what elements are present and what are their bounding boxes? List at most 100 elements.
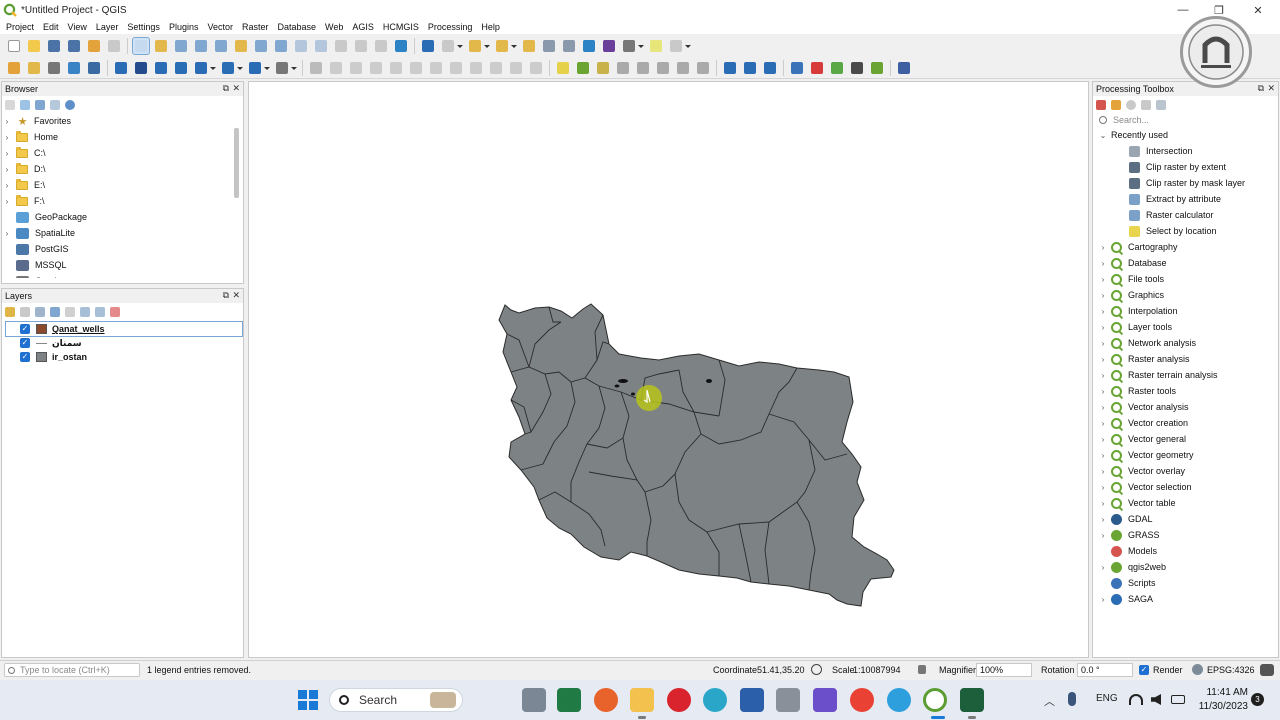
- add-group-icon[interactable]: [20, 306, 30, 317]
- toolbox-group[interactable]: › Vector geometry: [1093, 447, 1278, 463]
- crs-value[interactable]: EPSG:4326: [1207, 665, 1255, 675]
- toggle-editing-icon[interactable]: [308, 60, 324, 76]
- expand-arrow-icon[interactable]: ›: [1098, 482, 1108, 492]
- toolbox-group[interactable]: › Network analysis: [1093, 335, 1278, 351]
- toolbox-recent-item[interactable]: Select by location: [1093, 223, 1278, 239]
- measure-icon[interactable]: [621, 38, 637, 54]
- add-wcs-layer-icon[interactable]: [220, 60, 236, 76]
- font-plugin-icon[interactable]: [849, 60, 865, 76]
- options-icon[interactable]: [1156, 99, 1166, 110]
- zoom-in-icon[interactable]: [173, 38, 189, 54]
- label-tool-icon[interactable]: [555, 60, 571, 76]
- browser-item[interactable]: › F:\: [2, 193, 243, 209]
- dropdown-arrow-icon[interactable]: [291, 60, 297, 76]
- float-panel-icon[interactable]: ⧉: [223, 290, 229, 301]
- pin-labels-icon[interactable]: [575, 60, 591, 76]
- pdf-export-icon[interactable]: [809, 60, 825, 76]
- toolbox-group[interactable]: › Vector analysis: [1093, 399, 1278, 415]
- dropdown-arrow-icon[interactable]: [685, 38, 691, 54]
- expand-arrow-icon[interactable]: ›: [2, 228, 12, 238]
- language-indicator[interactable]: ENG: [1096, 693, 1118, 704]
- python-console-icon[interactable]: [789, 60, 805, 76]
- expand-arrow-icon[interactable]: [2, 260, 12, 270]
- menu-item-web[interactable]: Web: [325, 22, 343, 32]
- zoom-out-icon[interactable]: [193, 38, 209, 54]
- select-features-icon[interactable]: [467, 38, 483, 54]
- lock-scale-icon[interactable]: [918, 665, 926, 674]
- layer-visibility-checkbox[interactable]: ✓: [20, 324, 30, 334]
- firefox-icon[interactable]: [594, 688, 618, 712]
- add-vector-layer-icon[interactable]: [6, 60, 22, 76]
- web-map-icon[interactable]: [722, 60, 738, 76]
- browser-item[interactable]: › D:\: [2, 161, 243, 177]
- expand-arrow-icon[interactable]: ›: [1098, 258, 1108, 268]
- menu-item-view[interactable]: View: [68, 22, 87, 32]
- float-panel-icon[interactable]: ⧉: [223, 83, 229, 94]
- statistics-icon[interactable]: [601, 38, 617, 54]
- collapse-all-icon[interactable]: [50, 99, 60, 110]
- clock-time[interactable]: 11:41 AM: [1198, 687, 1248, 698]
- close-panel-icon[interactable]: ✕: [232, 290, 240, 301]
- open-layer-styling-icon[interactable]: [5, 306, 15, 317]
- move-label-icon[interactable]: [615, 60, 631, 76]
- paste-features-icon[interactable]: [488, 60, 504, 76]
- add-wms-layer-icon[interactable]: [113, 60, 129, 76]
- expand-arrow-icon[interactable]: ›: [1098, 418, 1108, 428]
- dropdown-arrow-icon[interactable]: [484, 38, 490, 54]
- add-oracle-layer-icon[interactable]: [247, 60, 263, 76]
- render-checkbox[interactable]: ✓: [1139, 665, 1149, 675]
- camtasia-icon[interactable]: [960, 688, 984, 712]
- menu-item-edit[interactable]: Edit: [43, 22, 59, 32]
- add-spatialite-icon[interactable]: [66, 60, 82, 76]
- add-mesh-layer-icon[interactable]: [173, 60, 189, 76]
- edge-icon[interactable]: [703, 688, 727, 712]
- float-panel-icon[interactable]: ⧉: [1258, 83, 1264, 94]
- tray-chevron-icon[interactable]: ︿: [1044, 693, 1055, 709]
- refresh-icon[interactable]: [393, 38, 409, 54]
- collapse-arrow-icon[interactable]: ⌄: [1098, 130, 1108, 140]
- toggle-extents-icon[interactable]: [811, 664, 822, 675]
- processing-toolbox-icon[interactable]: [581, 38, 597, 54]
- print-layout-icon[interactable]: [86, 38, 102, 54]
- browser-item[interactable]: Oracle: [2, 273, 243, 278]
- new-project-icon[interactable]: [6, 38, 22, 54]
- toolbox-group[interactable]: › Vector general: [1093, 431, 1278, 447]
- close-button[interactable]: ✕: [1238, 0, 1278, 20]
- deselect-icon[interactable]: [494, 38, 510, 54]
- expand-arrow-icon[interactable]: [2, 212, 12, 222]
- expand-arrow-icon[interactable]: ›: [2, 180, 12, 190]
- menu-item-processing[interactable]: Processing: [428, 22, 473, 32]
- globe-plugin-icon[interactable]: [869, 60, 885, 76]
- zoom-next-icon[interactable]: [313, 38, 329, 54]
- qgis2web-icon[interactable]: [762, 60, 778, 76]
- open-attribute-table-icon[interactable]: [541, 38, 557, 54]
- toolbox-group[interactable]: › Graphics: [1093, 287, 1278, 303]
- highlight-labels-icon[interactable]: [595, 60, 611, 76]
- open-project-icon[interactable]: [26, 38, 42, 54]
- clock-date[interactable]: 11/30/2023: [1194, 701, 1248, 712]
- manage-map-themes-icon[interactable]: [35, 306, 45, 317]
- excel-icon[interactable]: [557, 688, 581, 712]
- menu-item-database[interactable]: Database: [278, 22, 317, 32]
- toolbox-provider[interactable]: Models: [1093, 543, 1278, 559]
- expand-arrow-icon[interactable]: ›: [2, 148, 12, 158]
- toolbox-group[interactable]: › Raster terrain analysis: [1093, 367, 1278, 383]
- filter-icon[interactable]: [35, 99, 45, 110]
- crs-globe-icon[interactable]: [1192, 664, 1203, 675]
- browser-item[interactable]: › E:\: [2, 177, 243, 193]
- qgis-taskbar-icon[interactable]: [923, 688, 947, 712]
- expand-arrow-icon[interactable]: ›: [1098, 562, 1108, 572]
- menu-item-help[interactable]: Help: [481, 22, 500, 32]
- close-panel-icon[interactable]: ✕: [232, 83, 240, 94]
- layer-item[interactable]: ✓ سمنان: [2, 336, 243, 350]
- toolbox-recent-item[interactable]: Clip raster by mask layer: [1093, 175, 1278, 191]
- layout-manager-icon[interactable]: [106, 38, 122, 54]
- expand-arrow-icon[interactable]: ›: [1098, 242, 1108, 252]
- expand-arrow-icon[interactable]: ›: [1098, 402, 1108, 412]
- toolbox-group[interactable]: › File tools: [1093, 271, 1278, 287]
- remove-layer-icon[interactable]: [110, 306, 120, 317]
- label-options-icon[interactable]: [675, 60, 691, 76]
- calculator-icon[interactable]: [776, 688, 800, 712]
- layer-item[interactable]: ✓ ir_ostan: [2, 350, 243, 364]
- expand-all-icon[interactable]: [80, 306, 90, 317]
